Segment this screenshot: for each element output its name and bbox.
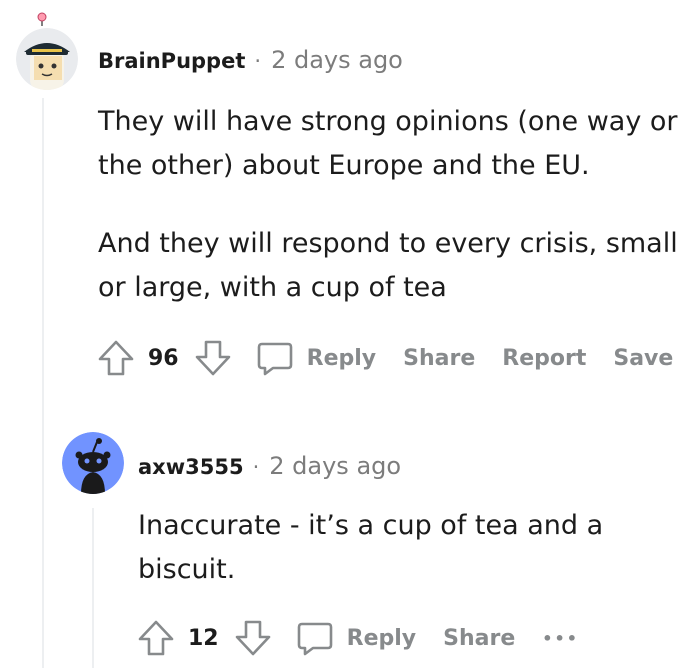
upvote-icon xyxy=(98,340,134,376)
more-options-icon[interactable]: ••• xyxy=(542,629,579,648)
thread-line-reply[interactable] xyxy=(92,508,94,668)
comment-meta: BrainPuppet · 2 days ago xyxy=(98,46,403,74)
comment-body: They will have strong opinions (one way … xyxy=(98,100,678,310)
snoo-avatar[interactable] xyxy=(62,432,124,494)
comment-bubble-icon xyxy=(257,342,292,376)
upvote-button[interactable] xyxy=(96,338,136,378)
avatar-badge xyxy=(36,12,48,26)
reply-button[interactable]: Reply xyxy=(255,338,377,378)
thread-line-main[interactable] xyxy=(42,98,44,668)
share-button[interactable]: Share xyxy=(443,626,515,651)
comment-line: or large, with a cup of tea xyxy=(98,272,447,303)
vote-count: 12 xyxy=(188,625,219,651)
username[interactable]: axw3555 xyxy=(138,455,244,479)
comment-body: Inaccurate - it’s a cup of tea and a bis… xyxy=(138,504,603,592)
comment-line: Inaccurate - it’s a cup of tea and a xyxy=(138,510,604,541)
reply-label: Reply xyxy=(306,345,377,371)
save-button[interactable]: Save xyxy=(613,346,673,371)
meta-separator: · xyxy=(254,49,262,73)
vote-count: 96 xyxy=(148,345,179,371)
username[interactable]: BrainPuppet xyxy=(98,49,245,73)
comment-paragraph: And they will respond to every crisis, s… xyxy=(98,222,678,310)
comment-line: And they will respond to every crisis, s… xyxy=(98,228,678,259)
comment-paragraph: They will have strong opinions (one way … xyxy=(98,100,678,188)
meta-separator: · xyxy=(252,455,260,479)
downvote-button[interactable] xyxy=(233,618,273,658)
comment-meta: axw3555 · 2 days ago xyxy=(138,452,401,480)
comment-actions: 96 Reply Share Report Save xyxy=(96,338,673,378)
downvote-button[interactable] xyxy=(193,338,233,378)
upvote-button[interactable] xyxy=(136,618,176,658)
comment-line: They will have strong opinions (one way … xyxy=(98,106,678,137)
comment-line: biscuit. xyxy=(138,554,236,585)
report-button[interactable]: Report xyxy=(502,346,586,371)
comment-actions: 12 Reply Share ••• xyxy=(136,618,579,658)
user-avatar[interactable] xyxy=(16,28,78,90)
reply-label: Reply xyxy=(346,625,417,651)
downvote-icon xyxy=(195,340,230,376)
comment-paragraph: Inaccurate - it’s a cup of tea and a bis… xyxy=(138,504,603,592)
comment-line: the other) about Europe and the EU. xyxy=(98,150,590,181)
upvote-icon xyxy=(138,620,174,656)
timestamp[interactable]: 2 days ago xyxy=(269,452,401,480)
reply-button[interactable]: Reply xyxy=(295,618,417,658)
timestamp[interactable]: 2 days ago xyxy=(271,46,403,74)
comment-bubble-icon xyxy=(297,622,332,656)
downvote-icon xyxy=(235,620,270,656)
share-button[interactable]: Share xyxy=(403,346,475,371)
